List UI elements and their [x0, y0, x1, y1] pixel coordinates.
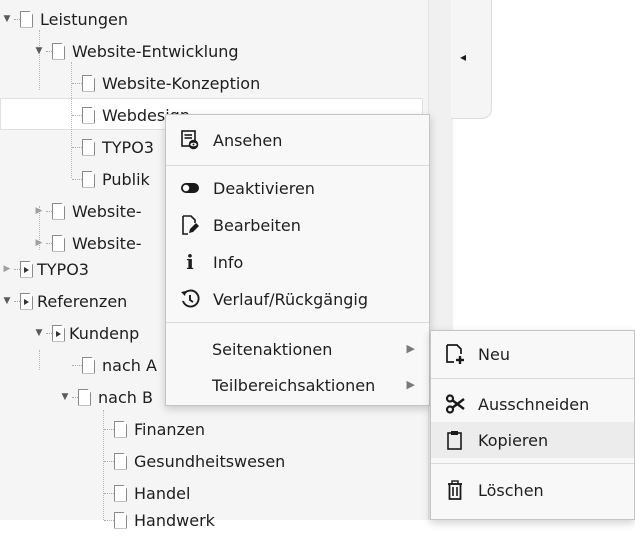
tree-item-typo3-sub[interactable]: TYPO3	[72, 131, 154, 163]
expanded-arrow-icon[interactable]: ▼	[0, 285, 14, 317]
tree-item-label: TYPO3	[102, 137, 154, 157]
tree-item-leistungen[interactable]: ▼ Leistungen	[0, 3, 128, 35]
menu-divider	[431, 463, 634, 464]
page-icon	[52, 202, 65, 220]
menu-item-label: Deaktivieren	[213, 178, 315, 198]
menu-item-section-actions[interactable]: Teilbereichsaktionen ▶	[166, 367, 429, 403]
menu-item-info[interactable]: i Info	[166, 244, 429, 280]
tree-item-label: Website-Entwicklung	[72, 41, 239, 61]
menu-item-label: Löschen	[478, 480, 544, 500]
new-page-icon	[442, 341, 468, 367]
tree-item-label: Referenzen	[37, 291, 128, 311]
menu-item-label: Teilbereichsaktionen	[212, 375, 376, 395]
tree-item-website-entwicklung[interactable]: ▼ Website-Entwicklung	[32, 35, 239, 67]
page-icon	[52, 42, 65, 60]
tree-item-label: Publik	[102, 169, 150, 189]
tree-item-nach-b[interactable]: ▼ nach B	[58, 381, 153, 413]
menu-item-view[interactable]: Ansehen	[166, 122, 429, 158]
shortcut-page-icon	[20, 292, 33, 310]
tree-item-label: Kundenp	[69, 323, 140, 343]
history-icon	[177, 286, 203, 312]
page-icon	[20, 10, 33, 28]
menu-item-label: Kopieren	[478, 430, 549, 450]
menu-item-label: Info	[213, 252, 244, 272]
page-icon	[52, 234, 65, 252]
trash-icon	[442, 477, 468, 503]
tree-item-finanzen[interactable]: Finanzen	[104, 413, 205, 445]
page-icon	[114, 452, 127, 470]
collapsed-arrow-icon[interactable]: ▶	[0, 253, 14, 285]
tree-item-gesundheitswesen[interactable]: Gesundheitswesen	[104, 445, 285, 477]
context-menu: Ansehen Deaktivieren Bearbeiten i Info V…	[165, 114, 430, 406]
clipboard-icon	[442, 427, 468, 453]
expanded-arrow-icon[interactable]: ▼	[58, 381, 72, 413]
menu-item-label: Ansehen	[213, 130, 283, 150]
page-icon	[82, 138, 95, 156]
tree-item-website-konzeption[interactable]: Website-Konzeption	[72, 67, 260, 99]
menu-item-label: Bearbeiten	[213, 215, 301, 235]
submenu-arrow-icon: ▶	[406, 378, 415, 391]
tree-item-kundenp[interactable]: ▼ Kundenp	[32, 317, 140, 349]
collapse-tree-button[interactable]: ◂	[451, 0, 492, 119]
page-icon	[82, 356, 95, 374]
tree-item-label: TYPO3	[37, 259, 89, 279]
menu-divider	[166, 165, 429, 166]
submenu-arrow-icon: ▶	[406, 342, 415, 355]
tree-item-label: Handwerk	[134, 510, 215, 530]
tree-item-label: Website-Konzeption	[102, 73, 261, 93]
tree-item-nach-a[interactable]: nach A	[72, 349, 157, 381]
tree-item-label: Finanzen	[134, 419, 205, 439]
menu-item-history[interactable]: Verlauf/Rückgängig	[166, 281, 429, 317]
menu-item-new[interactable]: Neu	[431, 336, 634, 372]
tree-item-typo3[interactable]: ▶ TYPO3	[0, 253, 89, 285]
page-icon	[82, 106, 95, 124]
tree-item-publik[interactable]: Publik	[72, 163, 150, 195]
expanded-arrow-icon[interactable]: ▼	[0, 3, 14, 35]
tree-item-label: Handel	[134, 483, 191, 503]
shortcut-page-icon	[52, 324, 65, 342]
tree-guide-line	[39, 350, 40, 370]
tree-item-label: Website-	[72, 201, 142, 221]
page-icon	[114, 511, 127, 529]
page-icon	[82, 74, 95, 92]
menu-divider	[431, 378, 634, 379]
caret-left-icon: ◂	[460, 50, 467, 64]
tree-item-label: Gesundheitswesen	[134, 451, 286, 471]
collapsed-arrow-icon[interactable]: ▶	[32, 195, 46, 227]
menu-item-edit[interactable]: Bearbeiten	[166, 207, 429, 243]
expanded-arrow-icon[interactable]: ▼	[32, 35, 46, 67]
page-icon	[82, 170, 95, 188]
tree-item-referenzen[interactable]: ▼ Referenzen	[0, 285, 128, 317]
toggle-icon	[177, 175, 203, 201]
menu-item-page-actions[interactable]: Seitenaktionen ▶	[166, 331, 429, 367]
menu-item-label: Ausschneiden	[478, 394, 590, 414]
menu-item-deactivate[interactable]: Deaktivieren	[166, 170, 429, 206]
shortcut-page-icon	[20, 260, 33, 278]
tree-item-website-a[interactable]: ▶ Website-	[32, 195, 142, 227]
page-actions-submenu: Neu Ausschneiden Kopieren Löschen	[430, 330, 635, 520]
menu-item-delete[interactable]: Löschen	[431, 472, 634, 508]
tree-item-label: nach B	[98, 387, 153, 407]
tree-item-label: Leistungen	[40, 9, 128, 29]
menu-item-copy[interactable]: Kopieren	[431, 422, 634, 458]
scissors-icon	[442, 391, 468, 417]
page-icon	[114, 420, 127, 438]
menu-item-label: Seitenaktionen	[212, 339, 333, 359]
tree-item-handwerk[interactable]: Handwerk	[104, 504, 215, 536]
edit-icon	[177, 212, 203, 238]
menu-item-cut[interactable]: Ausschneiden	[431, 386, 634, 422]
info-icon: i	[186, 250, 194, 274]
menu-divider	[166, 322, 429, 323]
view-icon	[177, 127, 203, 153]
menu-item-label: Neu	[478, 344, 510, 364]
tree-item-label: nach A	[102, 355, 157, 375]
expanded-arrow-icon[interactable]: ▼	[32, 317, 46, 349]
page-icon	[78, 388, 91, 406]
page-icon	[114, 484, 127, 502]
menu-item-label: Verlauf/Rückgängig	[213, 289, 368, 309]
tree-item-label: Website-	[72, 233, 142, 253]
